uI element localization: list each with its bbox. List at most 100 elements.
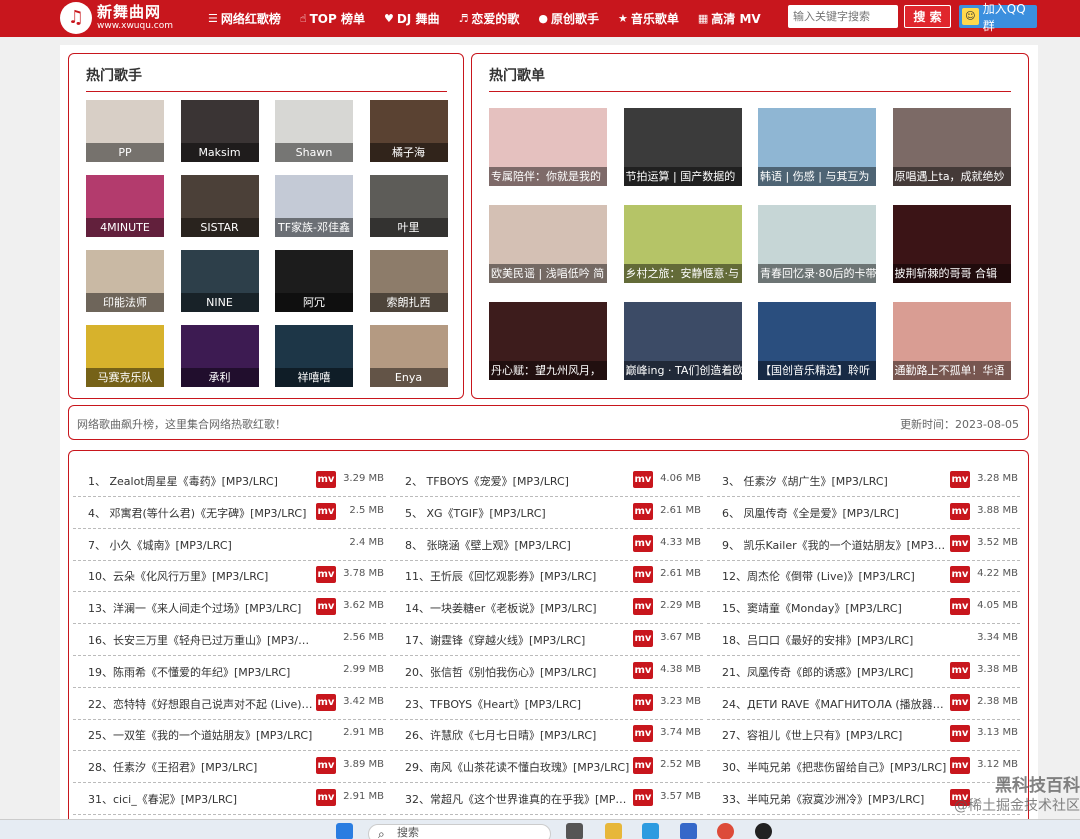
mv-badge[interactable]: mv [633, 598, 653, 616]
song-link[interactable]: 17、谢霆锋《穿越火线》[MP3/LRC] [405, 632, 630, 648]
song-link[interactable]: 14、一块姜糖er《老板说》[MP3/LRC] [405, 600, 630, 616]
song-link[interactable]: 32、常超凡《这个世界谁真的在乎我》[MP3/LRC] [405, 791, 630, 807]
song-link[interactable]: 8、 张晓涵《壁上观》[MP3/LRC] [405, 537, 630, 553]
playlist-card[interactable]: 韩语 | 伤感 | 与其互为 [758, 108, 876, 186]
mv-badge[interactable]: mv [950, 534, 970, 552]
song-link[interactable]: 21、凤凰传奇《郎的诱惑》[MP3/LRC] [722, 664, 947, 680]
playlist-card[interactable]: 披荆斩棘的哥哥 合辑 [892, 205, 1011, 283]
artist-card[interactable]: 马赛克乐队 [86, 325, 164, 387]
song-link[interactable]: 4、 邓寓君(等什么君)《无字碑》[MP3/LRC] [88, 505, 313, 521]
nav-item-1[interactable]: ☝ TOP 榜单 [300, 10, 365, 27]
mv-badge[interactable]: mv [316, 471, 336, 488]
mv-badge[interactable]: mv [950, 693, 970, 711]
nav-item-4[interactable]: ● 原创歌手 [538, 10, 599, 27]
playlist-card[interactable]: 巅峰ing · TA们创造着欧 [623, 302, 742, 380]
artist-card[interactable]: 承利 [180, 325, 259, 387]
artist-card[interactable]: PP [86, 100, 164, 162]
song-link[interactable]: 20、张信哲《别怕我伤心》[MP3/LRC] [405, 664, 630, 680]
mv-badge[interactable]: mv [950, 725, 970, 743]
join-qq-group-button[interactable]: ☺ 加入QQ群 [959, 2, 1037, 33]
song-link[interactable]: 29、南风《山茶花读不懂白玫瑰》[MP3/LRC] [405, 759, 630, 775]
mv-badge[interactable]: mv [950, 502, 970, 520]
song-link[interactable]: 1、 Zealot周星星《毒药》[MP3/LRC] [88, 473, 313, 489]
mv-badge[interactable]: mv [316, 789, 336, 806]
song-link[interactable]: 25、一双笙《我的一个道姑朋友》[MP3/LRC] [88, 727, 313, 743]
artist-card[interactable]: 祥嘻嘻 [275, 325, 353, 387]
song-link[interactable]: 27、容祖儿《世上只有》[MP3/LRC] [722, 727, 947, 743]
playlist-card[interactable]: 青春回忆录·80后的卡带 [758, 205, 876, 283]
song-link[interactable]: 9、 凯乐Kailer《我的一个道姑朋友》[MP3/LRC] [722, 537, 947, 553]
song-link[interactable]: 16、长安三万里《轻舟已过万重山》[MP3/LRC] [88, 632, 313, 648]
mv-badge[interactable]: mv [950, 757, 970, 775]
mv-badge[interactable]: mv [633, 661, 653, 679]
song-link[interactable]: 30、半吨兄弟《把悲伤留给自己》[MP3/LRC] [722, 759, 947, 775]
mv-badge[interactable]: mv [633, 725, 653, 743]
mv-badge[interactable]: mv [633, 471, 653, 488]
site-logo[interactable]: ♫ 新舞曲网 www.xwuqu.com [60, 2, 190, 34]
artist-card[interactable]: 阿冗 [275, 250, 353, 312]
artist-card[interactable]: 印能法师 [86, 250, 164, 312]
mv-badge[interactable]: mv [950, 566, 970, 584]
mv-badge[interactable]: mv [316, 502, 336, 520]
song-link[interactable]: 26、许慧欣《七月七日晴》[MP3/LRC] [405, 727, 630, 743]
song-link[interactable]: 2、 TFBOYS《宠爱》[MP3/LRC] [405, 473, 630, 489]
task-view-icon[interactable] [566, 823, 583, 839]
nav-item-6[interactable]: ▦ 高清 MV [698, 10, 761, 27]
song-link[interactable]: 7、 小久《城南》[MP3/LRC] [88, 537, 313, 553]
app-icon[interactable] [755, 823, 772, 839]
file-explorer-icon[interactable] [605, 823, 622, 839]
playlist-card[interactable]: 【国创音乐精选】聆听 [758, 302, 876, 380]
nav-item-2[interactable]: ♥ DJ 舞曲 [384, 10, 439, 27]
song-link[interactable]: 12、周杰伦《倒带 (Live)》[MP3/LRC] [722, 568, 947, 584]
mv-badge[interactable]: mv [633, 630, 653, 647]
artist-card[interactable]: NINE [180, 250, 259, 312]
artist-card[interactable]: Maksim [180, 100, 259, 162]
song-link[interactable]: 10、云朵《化风行万里》[MP3/LRC] [88, 568, 313, 584]
nav-item-0[interactable]: ☰ 网络红歌榜 [208, 10, 281, 27]
artist-card[interactable]: Enya [369, 325, 448, 387]
song-link[interactable]: 22、恋特特《好想跟自己说声对不起 (Live)》[MP3/LRC] [88, 696, 313, 712]
artist-card[interactable]: 索朗扎西 [369, 250, 448, 312]
search-button[interactable]: 搜 索 [904, 5, 951, 28]
song-link[interactable]: 31、cici_《春泥》[MP3/LRC] [88, 791, 313, 807]
mv-badge[interactable]: mv [316, 566, 336, 584]
taskbar-search[interactable]: ⌕ 搜索 [368, 824, 551, 839]
nav-item-3[interactable]: ♬ 恋爱的歌 [458, 10, 519, 27]
edge-browser-icon[interactable] [642, 823, 659, 839]
song-link[interactable]: 24、ДЕТИ RAVE《МАГНИТОЛА (播放器)》[MP3/LRC] [722, 696, 947, 712]
mv-badge[interactable]: mv [316, 757, 336, 775]
song-link[interactable]: 13、洋澜一《来人间走个过场》[MP3/LRC] [88, 600, 313, 616]
song-link[interactable]: 18、吕口口《最好的安排》[MP3/LRC] [722, 632, 947, 648]
playlist-card[interactable]: 丹心赋：望九州风月， [489, 302, 607, 380]
song-link[interactable]: 28、任素汐《王招君》[MP3/LRC] [88, 759, 313, 775]
artist-card[interactable]: 橘子海 [369, 100, 448, 162]
song-link[interactable]: 19、陈雨希《不懂爱的年纪》[MP3/LRC] [88, 664, 313, 680]
artist-card[interactable]: SISTAR [180, 175, 259, 237]
artist-card[interactable]: Shawn [275, 100, 353, 162]
playlist-card[interactable]: 原唱遇上ta，成就绝妙 [892, 108, 1011, 186]
playlist-card[interactable]: 乡村之旅：安静惬意·与 [623, 205, 742, 283]
song-link[interactable]: 23、TFBOYS《Heart》[MP3/LRC] [405, 696, 630, 712]
song-link[interactable]: 3、 任素汐《胡广生》[MP3/LRC] [722, 473, 947, 489]
search-input[interactable] [788, 5, 898, 28]
nav-item-5[interactable]: ★ 音乐歌单 [618, 10, 679, 27]
mv-badge[interactable]: mv [316, 693, 336, 711]
mv-badge[interactable]: mv [950, 661, 970, 679]
mv-badge[interactable]: mv [950, 471, 970, 488]
mv-badge[interactable]: mv [633, 789, 653, 806]
playlist-card[interactable]: 节拍运算 | 国产数据的 [623, 108, 742, 186]
mv-badge[interactable]: mv [633, 502, 653, 520]
mv-badge[interactable]: mv [633, 693, 653, 711]
song-link[interactable]: 5、 XG《TGIF》[MP3/LRC] [405, 505, 630, 521]
mv-badge[interactable]: mv [633, 534, 653, 552]
playlist-card[interactable]: 欧美民谣 | 浅唱低吟 简 [489, 205, 607, 283]
song-link[interactable]: 15、窦靖童《Monday》[MP3/LRC] [722, 600, 947, 616]
windows-start-icon[interactable] [336, 823, 353, 839]
mv-badge[interactable]: mv [633, 757, 653, 775]
song-link[interactable]: 6、 凤凰传奇《全是爱》[MP3/LRC] [722, 505, 947, 521]
mv-badge[interactable]: mv [633, 566, 653, 584]
chrome-browser-icon[interactable] [717, 823, 734, 839]
mv-badge[interactable]: mv [950, 598, 970, 616]
artist-card[interactable]: 叶里 [369, 175, 448, 237]
playlist-card[interactable]: 通勤路上不孤单！华语 [892, 302, 1011, 380]
